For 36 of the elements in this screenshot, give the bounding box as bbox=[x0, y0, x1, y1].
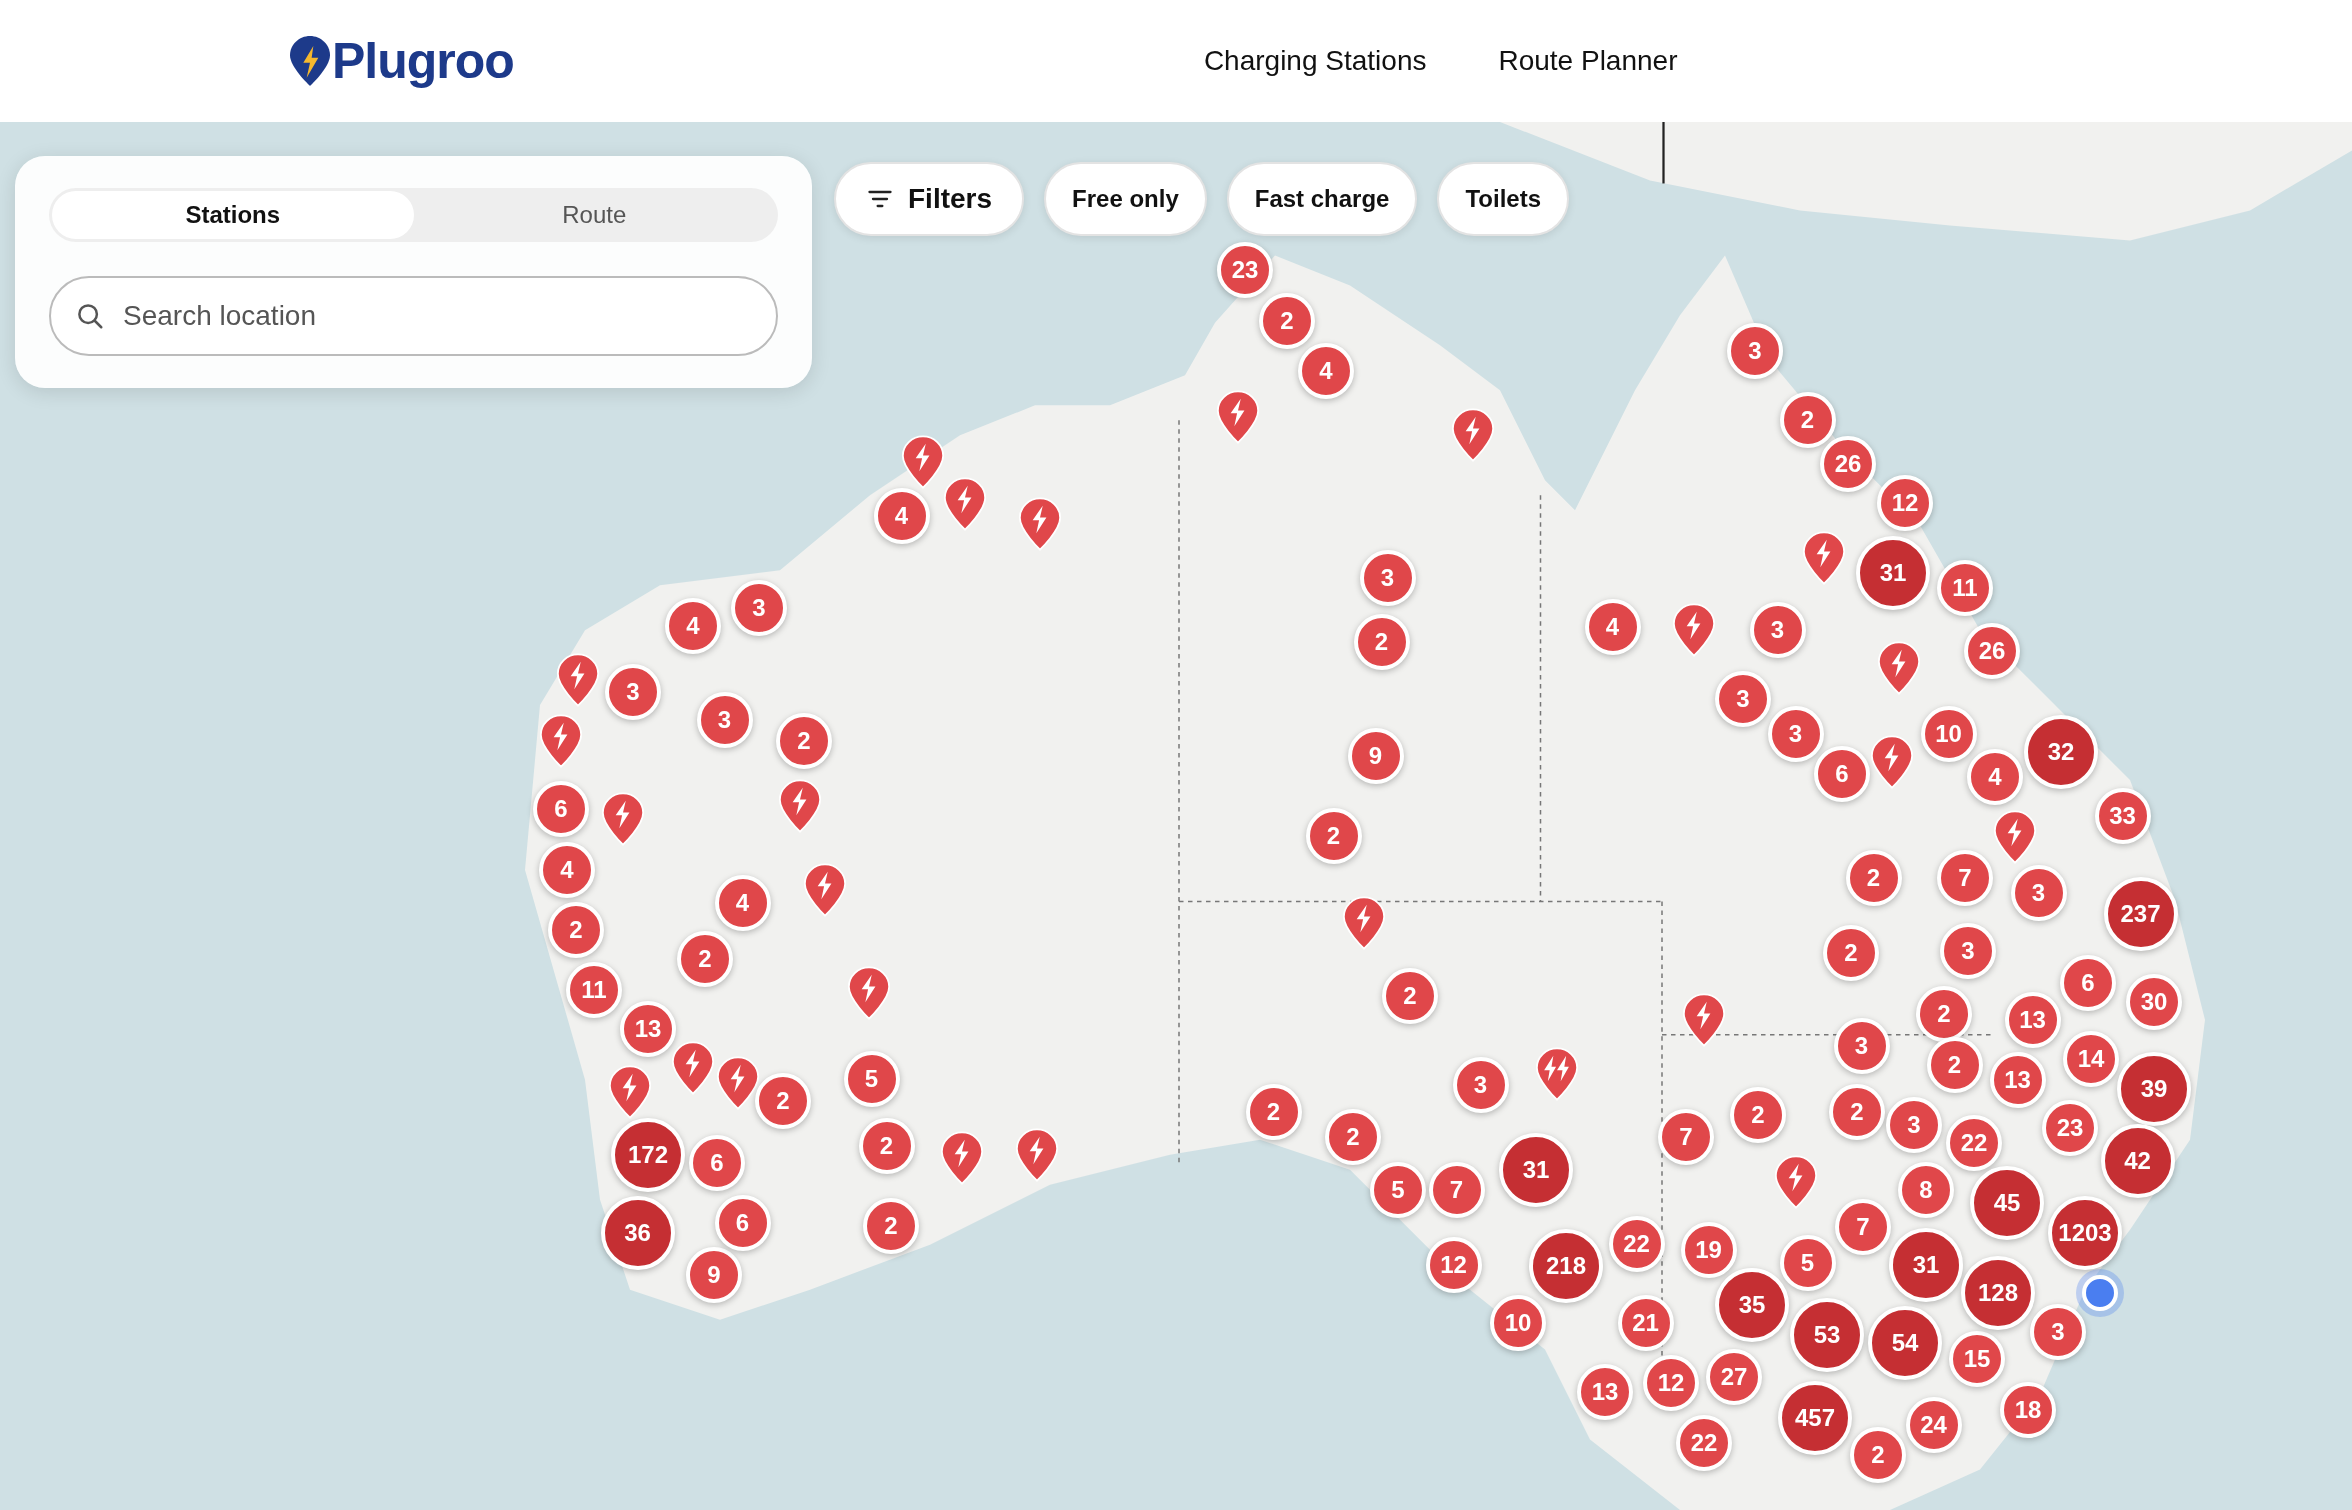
double-bolt-pin-icon[interactable] bbox=[1535, 1046, 1579, 1102]
bolt-pin-icon[interactable] bbox=[939, 1130, 984, 1186]
bolt-pin-icon[interactable] bbox=[1215, 389, 1260, 445]
bolt-pin-icon[interactable] bbox=[1671, 602, 1716, 658]
nav-link[interactable]: Route Planner bbox=[1498, 45, 1678, 77]
bolt-pin-icon[interactable] bbox=[1869, 734, 1914, 790]
bolt-pin-icon[interactable] bbox=[671, 1040, 715, 1096]
bolt-pin-icon[interactable] bbox=[1877, 639, 1921, 696]
bolt-pin-icon[interactable] bbox=[846, 965, 891, 1021]
bolt-pin-icon[interactable] bbox=[1682, 992, 1726, 1048]
bolt-pin-icon[interactable] bbox=[1341, 894, 1386, 951]
logo-pin-icon bbox=[290, 35, 330, 87]
bolt-pin-icon[interactable] bbox=[777, 777, 822, 834]
search-field[interactable]: Search location bbox=[49, 276, 778, 356]
bolt-pin-icon[interactable] bbox=[1014, 1127, 1059, 1183]
tab[interactable]: Route bbox=[413, 191, 775, 239]
search-icon bbox=[75, 301, 105, 331]
bolt-pin-icon[interactable] bbox=[942, 476, 987, 532]
bolt-pin-icon[interactable] bbox=[716, 1055, 760, 1111]
filter-chip[interactable]: Free only bbox=[1044, 162, 1207, 236]
bolt-pin-icon[interactable] bbox=[608, 1064, 652, 1120]
filter-chip[interactable]: Fast charge bbox=[1226, 162, 1418, 236]
tab[interactable]: Stations bbox=[52, 191, 414, 239]
bolt-pin-icon[interactable] bbox=[1773, 1154, 1818, 1210]
logo[interactable]: Plugroo bbox=[332, 32, 514, 90]
bolt-pin-icon[interactable] bbox=[1992, 809, 2037, 865]
bolt-pin-icon[interactable] bbox=[600, 791, 645, 847]
bolt-pin-icon[interactable] bbox=[555, 651, 600, 708]
filters-button[interactable]: Filters bbox=[834, 162, 1025, 236]
bolt-pin-icon[interactable] bbox=[1802, 530, 1846, 586]
bolt-pin-icon[interactable] bbox=[1451, 407, 1495, 463]
bolt-pin-icon[interactable] bbox=[803, 861, 847, 918]
nav-link[interactable]: Charging Stations bbox=[1203, 45, 1427, 77]
bolt-pin-icon[interactable] bbox=[900, 434, 945, 490]
bolt-pin-icon[interactable] bbox=[539, 713, 583, 769]
bolt-pin-icon[interactable] bbox=[1017, 495, 1062, 552]
